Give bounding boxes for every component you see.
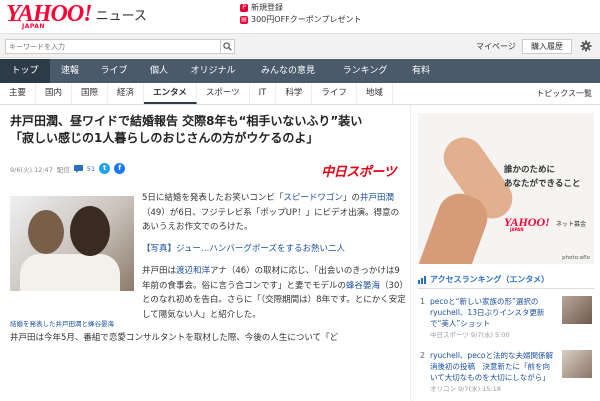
nav-tab-live[interactable]: ライブ [90, 59, 138, 83]
rank-time: オリコン 9/7(水) 15:18 [430, 385, 501, 393]
article-photo[interactable] [10, 196, 134, 291]
rank-headline: pecoと“新しい家族の形”選択のryuchell、13日ぶりインスタ更新で“美… [430, 297, 545, 339]
search-bar: マイページ 購入履歴 [0, 33, 600, 58]
source-logo-text: 中日スポーツ [321, 165, 396, 180]
article-meta: 9/6(火) 12:47 配信 51 t f [10, 163, 126, 174]
link-watanabe[interactable]: 渡辺和洋 [176, 266, 210, 276]
gear-icon[interactable] [580, 40, 592, 52]
article: 井戸田潤、昼ワイドで結婚報告 交際8年も“相手いないふり”装い 「寂しい感じの1… [10, 113, 406, 343]
nav-tab-ranking[interactable]: ランキング [330, 59, 400, 83]
twitter-icon[interactable]: t [99, 163, 111, 174]
category-it[interactable]: IT [250, 83, 277, 104]
comment-count[interactable]: 51 [87, 165, 95, 173]
link-speed-wagon[interactable]: スピードワゴン [283, 193, 343, 203]
rank-number: 1 [420, 297, 426, 306]
rank-time: 中日スポーツ 9/7(水) 5:00 [430, 331, 510, 339]
category-sports[interactable]: スポーツ [197, 83, 250, 104]
logo-text: YAHOO! [6, 1, 93, 27]
nav-tab-individual[interactable]: 個人 [138, 59, 180, 83]
rank-thumbnail [562, 296, 592, 324]
promo-coupon[interactable]: ▤ 300円OFFクーポンプレゼント [240, 14, 362, 26]
category-life[interactable]: ライフ [312, 83, 357, 104]
promo-coupon-label: 300円OFFクーポンプレゼント [251, 15, 362, 24]
category-entertainment[interactable]: エンタメ [144, 83, 197, 104]
coupon-icon: ▤ [240, 16, 248, 24]
ranking-header: アクセスランキング（エンタメ） [418, 271, 594, 289]
rank-number: 2 [420, 351, 426, 360]
paragraph-1: 5日に結婚を発表したお笑いコンビ「スピードワゴン」の井戸田潤（49）が6日、フジ… [142, 193, 400, 232]
promo-links: P 新規登録 ▤ 300円OFFクーポンプレゼント [240, 2, 362, 26]
paragraph-4: 井戸田は今年5月、番組で恋愛コンサルタントを取材した際、今後の人生について「ど [10, 333, 339, 343]
paragraph-3: 井戸田は渡辺和洋アナ（46）の取材に応じ、「出会いのきっかけは9年前の食事会。俗… [142, 266, 406, 320]
category-domestic[interactable]: 国内 [36, 83, 73, 104]
nav-tab-original[interactable]: オリジナル [180, 59, 246, 83]
link-idota-jun[interactable]: 井戸田潤 [360, 193, 394, 203]
ranking-title: アクセスランキング（エンタメ） [430, 275, 550, 284]
ranking-item[interactable]: 1 pecoと“新しい家族の形”選択のryuchell、13日ぶりインスタ更新で… [418, 296, 594, 339]
search-button[interactable] [221, 39, 235, 54]
source-logo[interactable]: 中日スポーツ [321, 161, 396, 180]
ad-credit: photo:aflo [562, 255, 590, 261]
nav-tab-opinions[interactable]: みんなの意見 [246, 59, 330, 83]
category-nav: 主要 国内 国際 経済 エンタメ スポーツ IT 科学 ライフ 地域 トピックス… [0, 83, 600, 105]
article-meta-label: 配信 [56, 165, 70, 174]
rank-headline: ryuchell、pecoと法的な夫婦関係解消後初の投稿 決意新たに「前を向いて… [430, 351, 554, 393]
ad-logo-sub: JAPAN [510, 227, 524, 232]
link-hachiya[interactable]: 蜂谷晏海 [346, 281, 380, 291]
rank-thumbnail [562, 350, 592, 378]
ranking-icon [418, 275, 426, 284]
photo-link[interactable]: 【写真】ジュー…ハンバーグポーズをするお熱い二人 [142, 242, 406, 257]
article-title: 井戸田潤、昼ワイドで結婚報告 交際8年も“相手いないふり”装い 「寂しい感じの1… [10, 113, 406, 147]
promo-signup[interactable]: P 新規登録 [240, 2, 362, 14]
logo-sub-text: JAPAN [22, 23, 45, 30]
header: YAHOO! ニュース JAPAN P 新規登録 ▤ 300円OFFクーポンプレ… [0, 0, 600, 33]
ranking-item[interactable]: 2 ryuchell、pecoと法的な夫婦関係解消後初の投稿 決意新たに「前を向… [418, 350, 594, 401]
photo-caption[interactable]: 結婚を発表した井戸田潤と蜂谷晏海 [10, 318, 140, 328]
donation-ad[interactable]: 誰かのために あなたができること YAHOO! JAPAN ネット募金 phot… [418, 113, 594, 264]
facebook-icon[interactable]: f [114, 163, 126, 174]
ad-text: 誰かのために あなたができること [504, 165, 581, 189]
logo-section: ニュース [95, 9, 147, 24]
main-nav: トップ 速報 ライブ 個人 オリジナル みんなの意見 ランキング 有料 [0, 59, 600, 83]
article-body: 5日に結婚を発表したお笑いコンビ「スピードワゴン」の井戸田潤（49）が6日、フジ… [10, 191, 406, 353]
category-international[interactable]: 国際 [72, 83, 109, 104]
nav-tab-paid[interactable]: 有料 [400, 59, 442, 83]
category-science[interactable]: 科学 [276, 83, 313, 104]
search-icon [223, 42, 232, 51]
category-main[interactable]: 主要 [0, 83, 37, 104]
category-economy[interactable]: 経済 [108, 83, 145, 104]
purchase-history-button[interactable]: 購入履歴 [522, 39, 572, 54]
promo-signup-label: 新規登録 [251, 3, 283, 12]
search-input[interactable] [5, 39, 221, 54]
article-date: 9/6(火) 12:47 [10, 165, 53, 174]
article-title-line2: 「寂しい感じの1人暮らしのおじさんの方がウケるのよ」 [10, 131, 319, 145]
nav-tab-top[interactable]: トップ [0, 59, 50, 83]
category-local[interactable]: 地域 [357, 83, 393, 104]
ad-logo-tag: ネット募金 [556, 221, 587, 228]
comment-icon[interactable] [73, 164, 83, 173]
column-divider [410, 105, 411, 401]
article-title-line1: 井戸田潤、昼ワイドで結婚報告 交際8年も“相手いないふり”装い [10, 114, 363, 128]
mypage-link[interactable]: マイページ [476, 41, 516, 52]
nav-tab-breaking[interactable]: 速報 [50, 59, 90, 83]
topics-list-link[interactable]: トピックス一覧 [536, 88, 592, 99]
signup-icon: P [240, 4, 248, 12]
